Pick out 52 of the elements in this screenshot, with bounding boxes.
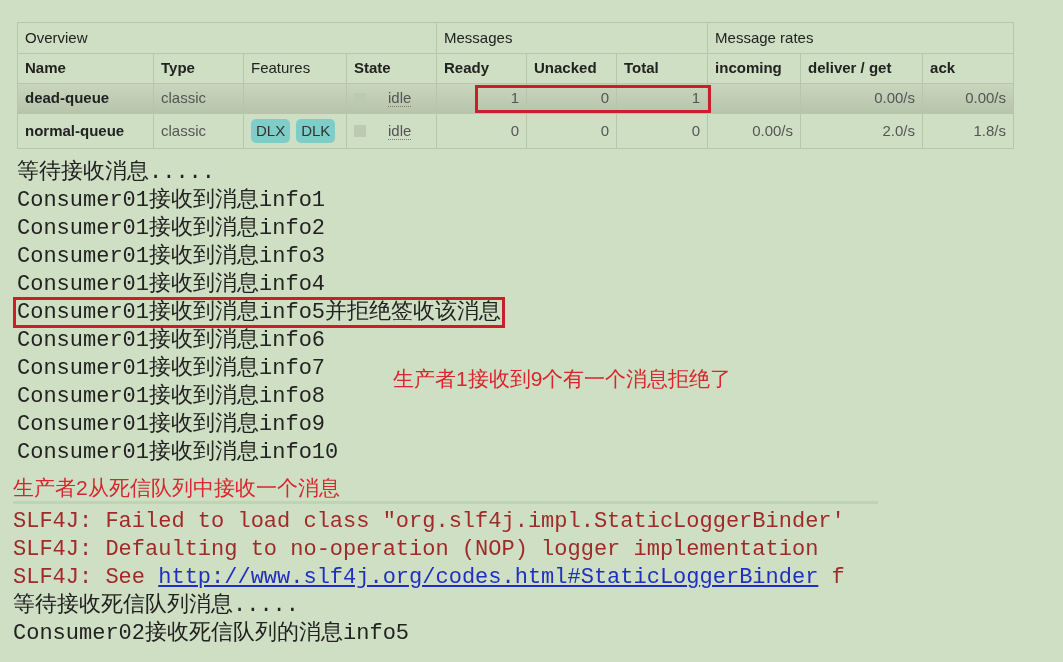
table-cell: 1.8/s (973, 121, 1007, 139)
table-cell: 0 (600, 121, 609, 139)
column-header: ack (922, 53, 1014, 84)
column-header: Total (616, 53, 708, 84)
state-label: idle (388, 122, 412, 140)
column-header: Type (153, 53, 244, 84)
column-header: deliver / get (800, 53, 923, 84)
console-line: Consumer02接收死信队列的消息info5 (13, 621, 410, 646)
console-line: Consumer01接收到消息info6 (17, 328, 326, 353)
column-header: Name (17, 53, 154, 84)
column-group-header: Overview (17, 22, 437, 54)
annotation-text: 生产者2从死信队列中接收一个消息 (13, 475, 340, 501)
feature-tag: DLK (296, 118, 336, 144)
column-header: Ready (436, 53, 527, 84)
feature-tag: DLX (251, 118, 291, 144)
console-line: Consumer01接收到消息info10 (17, 440, 339, 465)
console-line: Consumer01接收到消息info1 (17, 188, 326, 213)
console-line: 等待接收死信队列消息..... (13, 593, 299, 618)
console-line: SLF4J: See http://www.slf4j.org/codes.html#StaticLoggerBinder f (13, 565, 845, 590)
queue-name: dead-queue (25, 89, 110, 107)
table-cell: classic (161, 121, 206, 139)
table-cell: 1 (691, 89, 701, 107)
column-group-header: Messages (436, 22, 708, 54)
table-cell: 0.00/s (965, 89, 1007, 107)
column-header: incoming (707, 53, 801, 84)
table-row[interactable]: normal-queue classic DLX DLK idle 0 0 0 0.00/s 2.0/s 1.8/s (17, 113, 1014, 149)
console-line: SLF4J: Defaulting to no-operation (NOP) logger implementation (13, 537, 819, 562)
console-line: Consumer01接收到消息info3 (17, 244, 326, 269)
console-line: Consumer01接收到消息info8 (17, 384, 326, 409)
table-cell: 0 (691, 121, 701, 139)
column-header: Features (243, 53, 347, 84)
table-cell: 0.00/s (874, 89, 916, 107)
table-cell: 0 (600, 89, 609, 107)
table-cell: 0 (510, 121, 519, 139)
table-cell: 0.00/s (752, 121, 794, 139)
url-link[interactable]: http://www.slf4j.org/codes.html#StaticLoggerBinder (158, 565, 819, 590)
queue-name: normal-queue (25, 121, 125, 139)
table-cell: 2.0/s (882, 121, 916, 139)
state-label: idle (388, 90, 412, 107)
console-line: Consumer01接收到消息info4 (17, 272, 326, 297)
console-line: Consumer01接收到消息info9 (17, 412, 326, 437)
console-line: Consumer01接收到消息info2 (17, 216, 326, 241)
console-line: 等待接收消息..... (17, 160, 215, 185)
column-group-header: Message rates (707, 22, 1014, 54)
table-row[interactable]: dead-queue classic idle 1 0 1 0.00/s 0.00/s (17, 83, 1014, 114)
console-line: SLF4J: Failed to load class "org.slf4j.impl.StaticLoggerBinder' (13, 509, 845, 534)
annotation-text: 生产者1接收到9个有一个消息拒绝了 (393, 366, 732, 392)
table-cell: classic (161, 89, 206, 107)
column-header: State (346, 53, 437, 84)
console-line: Consumer01接收到消息info7 (17, 356, 326, 381)
table-cell: 1 (510, 89, 519, 107)
column-header: Unacked (526, 53, 617, 84)
